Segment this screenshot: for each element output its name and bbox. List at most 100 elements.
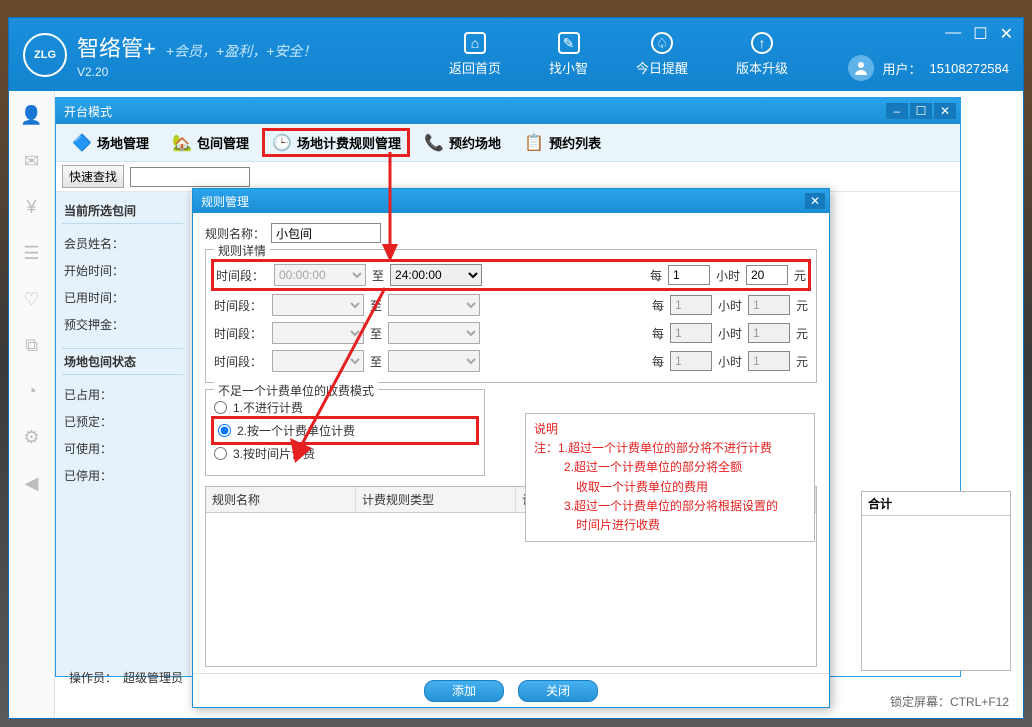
home-icon: ⌂ [464,32,486,54]
note-2b: 收取一个计费单位的费用 [534,478,806,497]
clock-icon[interactable]: ◔ [20,379,44,403]
note-2a: 2.超过一个计费单位的部分将全额 [534,458,806,477]
user-block[interactable]: 用户： 15108272584 [848,55,1009,81]
mode-2[interactable]: 3.按时间片计费 [214,442,476,465]
sub-close-button[interactable]: ✕ [934,103,956,119]
quicksearch-button[interactable]: 快速查找 [62,165,124,188]
price-1 [748,295,790,315]
nav-home[interactable]: ⌂返回首页 [449,32,501,77]
icon-rail: 👤 ✉ ¥ ☰ ♡ ⧉ ◔ ⚙ ◀ [9,91,55,718]
time-row-1: 时间段： 至 每 小时 元 [214,294,808,316]
heart-icon[interactable]: ♡ [20,287,44,311]
dialog-title: 规则管理 ✕ [193,189,829,213]
close-button[interactable]: ✕ [1000,24,1013,44]
sub-title: 开台模式 [64,103,112,120]
per-0[interactable] [668,265,710,285]
gear-icon[interactable]: ⚙ [20,425,44,449]
price-2 [748,323,790,343]
detail-fieldset: 规则详情 时间段： 00:00:00 至 24:00:00 每 小时 元 时间段… [205,249,817,383]
per-1 [670,295,712,315]
user-label: 用户： [882,59,921,78]
gh-0: 规则名称 [206,487,356,512]
clock-icon: 🕒 [271,134,293,152]
rule-name-label: 规则名称： [205,225,265,242]
clipboard-icon: 📋 [523,134,545,152]
dialog-close-button[interactable]: ✕ [805,193,825,209]
lp-deposit: 预交押金： [62,311,183,338]
nav-assistant[interactable]: ✎找小智 [549,32,588,77]
chart-icon[interactable]: ⧉ [20,333,44,357]
upgrade-icon: ↑ [751,32,773,54]
nav-upgrade[interactable]: ↑版本升级 [736,32,788,77]
mode-fieldset: 不足一个计费单位的收费模式 1.不进行计费 2.按一个计费单位计费 3.按时间片… [205,389,485,476]
sub-max-button[interactable]: ☐ [910,103,932,119]
detail-legend: 规则详情 [214,242,270,259]
tb-room-manage[interactable]: 🏡包间管理 [162,128,258,157]
from-0[interactable]: 00:00:00 [274,264,366,286]
add-button[interactable]: 添加 [424,680,504,702]
operator-label: 操作员： [69,669,117,686]
price-0[interactable] [746,265,788,285]
lp-header1: 当前所选包间 [62,198,183,224]
sub-titlebar: 开台模式 – ☐ ✕ [56,98,960,124]
total-header: 合计 [862,492,1010,516]
mail-icon[interactable]: ✉ [20,149,44,173]
lp-reserved: 已预定： [62,408,183,435]
minimize-button[interactable]: — [945,24,961,44]
toolbar: 🔷场地管理 🏡包间管理 🕒场地计费规则管理 📞预约场地 📋预约列表 [56,124,960,162]
rule-dialog: 规则管理 ✕ 规则名称： 规则详情 时间段： 00:00:00 至 24:00:… [192,188,830,708]
lp-start: 开始时间： [62,257,183,284]
note-3b: 时间片进行收费 [534,516,806,535]
from-3[interactable] [272,350,364,372]
left-icon[interactable]: ◀ [20,471,44,495]
quicksearch-input[interactable] [130,167,250,187]
tagline: +会员，+盈利，+安全！ [166,41,317,61]
total-panel: 合计 [861,491,1011,671]
to-3[interactable] [388,350,480,372]
lock-hint: 锁定屏幕：CTRL+F12 [890,693,1009,710]
note-1: 注：1.超过一个计费单位的部分将不进行计费 [534,439,806,458]
status-bar: 操作员： 超级管理员 [69,669,183,686]
close-button-dlg[interactable]: 关闭 [518,680,598,702]
room-icon: 🏡 [171,134,193,152]
per-2 [670,323,712,343]
from-1[interactable] [272,294,364,316]
tb-venue-manage[interactable]: 🔷场地管理 [62,128,158,157]
tb-reserve-venue[interactable]: 📞预约场地 [414,128,510,157]
mode-legend: 不足一个计费单位的收费模式 [214,382,378,399]
person-icon[interactable]: 👤 [20,103,44,127]
lp-used: 已用时间： [62,284,183,311]
yen-icon[interactable]: ¥ [20,195,44,219]
logo-icon: ZLG [23,33,67,77]
time-row-0: 时间段： 00:00:00 至 24:00:00 每 小时 元 [214,262,808,288]
lp-available: 可使用： [62,435,183,462]
rule-name-input[interactable] [271,223,381,243]
left-panel: 当前所选包间 会员姓名： 开始时间： 已用时间： 预交押金： 场地包间状态 已占… [56,192,190,676]
gh-1: 计费规则类型 [356,487,516,512]
time-row-2: 时间段： 至 每 小时 元 [214,322,808,344]
to-1[interactable] [388,294,480,316]
mode-1[interactable]: 2.按一个计费单位计费 [214,419,476,442]
price-3 [748,351,790,371]
notes-header: 说明 [534,420,806,439]
to-0[interactable]: 24:00:00 [390,264,482,286]
app-title: 智络管+ [77,31,156,63]
tb-reserve-list[interactable]: 📋预约列表 [514,128,610,157]
list-icon[interactable]: ☰ [20,241,44,265]
operator-value: 超级管理员 [123,669,183,686]
tb-billing-rules[interactable]: 🕒场地计费规则管理 [262,128,410,157]
app-version: V2.20 [77,65,316,79]
to-2[interactable] [388,322,480,344]
mode-0[interactable]: 1.不进行计费 [214,396,476,419]
app-header: ZLG 智络管+ +会员，+盈利，+安全！ V2.20 ⌂返回首页 ✎找小智 ♤… [9,18,1023,91]
lp-disabled: 已停用： [62,462,183,489]
nav-reminder[interactable]: ♤今日提醒 [636,32,688,77]
avatar-icon [848,55,874,81]
note-3a: 3.超过一个计费单位的部分将根据设置的 [534,497,806,516]
from-2[interactable] [272,322,364,344]
lp-occupied: 已占用： [62,381,183,408]
lp-member: 会员姓名： [62,230,183,257]
sub-min-button[interactable]: – [886,103,908,119]
per-3 [670,351,712,371]
maximize-button[interactable]: ☐ [973,24,987,44]
